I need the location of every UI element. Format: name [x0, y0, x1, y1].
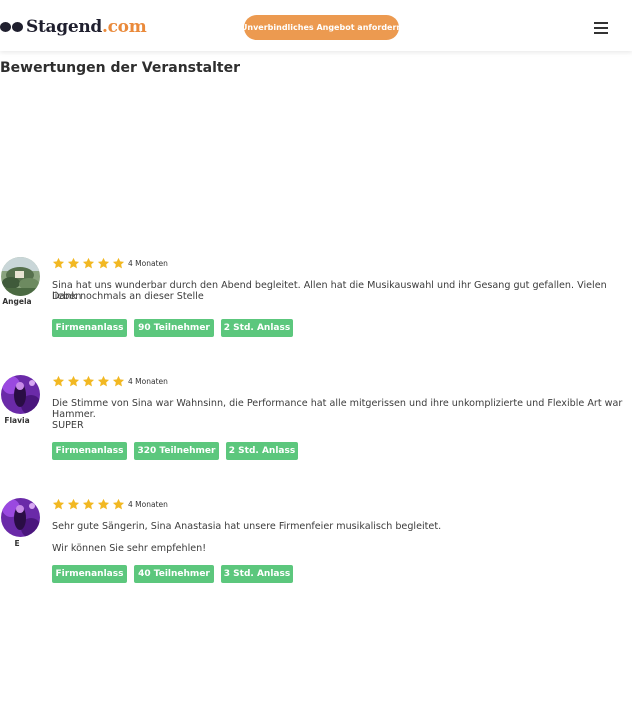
stagend-logo[interactable]: Stagend .com — [0, 15, 147, 39]
review-text-line: Dank nochmals an dieser Stelle — [52, 291, 204, 302]
reviewer-name: Flavia — [4, 416, 30, 425]
logo-tld: .com — [102, 17, 147, 37]
star-rating — [52, 498, 127, 512]
reviewer-name: Angela — [2, 297, 32, 306]
star-icon — [52, 375, 65, 387]
star-rating — [52, 257, 127, 271]
star-icon — [112, 375, 125, 387]
review-text-line: Wir können Sie sehr empfehlen! — [52, 543, 207, 554]
avatar — [1, 498, 40, 537]
star-icon — [52, 498, 65, 510]
star-icon — [112, 257, 125, 269]
star-icon — [52, 257, 65, 269]
tag-duration: 3 Std. Anlass — [221, 565, 293, 583]
star-icon — [82, 375, 95, 387]
page-title: Bewertungen der Veranstalter — [0, 60, 241, 76]
star-rating — [52, 375, 127, 389]
star-icon — [67, 375, 80, 387]
star-icon — [97, 257, 110, 269]
star-icon — [97, 498, 110, 510]
tag-event-type: Firmenanlass — [52, 319, 127, 337]
avatar — [1, 257, 40, 296]
review-text-line: SUPER — [52, 420, 84, 431]
star-icon — [67, 257, 80, 269]
tag-participants: 40 Teilnehmer — [134, 565, 214, 583]
tag-event-type: Firmenanlass — [52, 565, 127, 583]
tag-participants: 320 Teilnehmer — [134, 442, 219, 460]
tag-duration: 2 Std. Anlass — [226, 442, 298, 460]
review-text-line: Hammer. — [52, 409, 96, 420]
star-icon — [97, 375, 110, 387]
review-date: 4 Monaten — [128, 500, 168, 509]
logo-mark-icon — [0, 22, 23, 32]
tag-participants: 90 Teilnehmer — [134, 319, 214, 337]
tag-duration: 2 Std. Anlass — [221, 319, 293, 337]
reviewer-name: E — [14, 539, 20, 548]
star-icon — [82, 257, 95, 269]
tag-event-type: Firmenanlass — [52, 442, 127, 460]
star-icon — [112, 498, 125, 510]
review-date: 4 Monaten — [128, 259, 168, 268]
review-date: 4 Monaten — [128, 377, 168, 386]
request-offer-button[interactable]: Unverbindliches Angebot anfordern — [241, 15, 402, 40]
star-icon — [82, 498, 95, 510]
site-header: Stagend .com Unverbindliches Angebot anfo… — [0, 0, 632, 51]
star-icon — [67, 498, 80, 510]
hamburger-menu-icon[interactable] — [592, 19, 610, 35]
avatar — [1, 375, 40, 414]
logo-name: Stagend — [26, 17, 102, 37]
review-text-line: Die Stimme von Sina war Wahnsinn, die Pe… — [52, 398, 623, 409]
review-text-line: Sehr gute Sängerin, Sina Anastasia hat u… — [52, 521, 442, 532]
